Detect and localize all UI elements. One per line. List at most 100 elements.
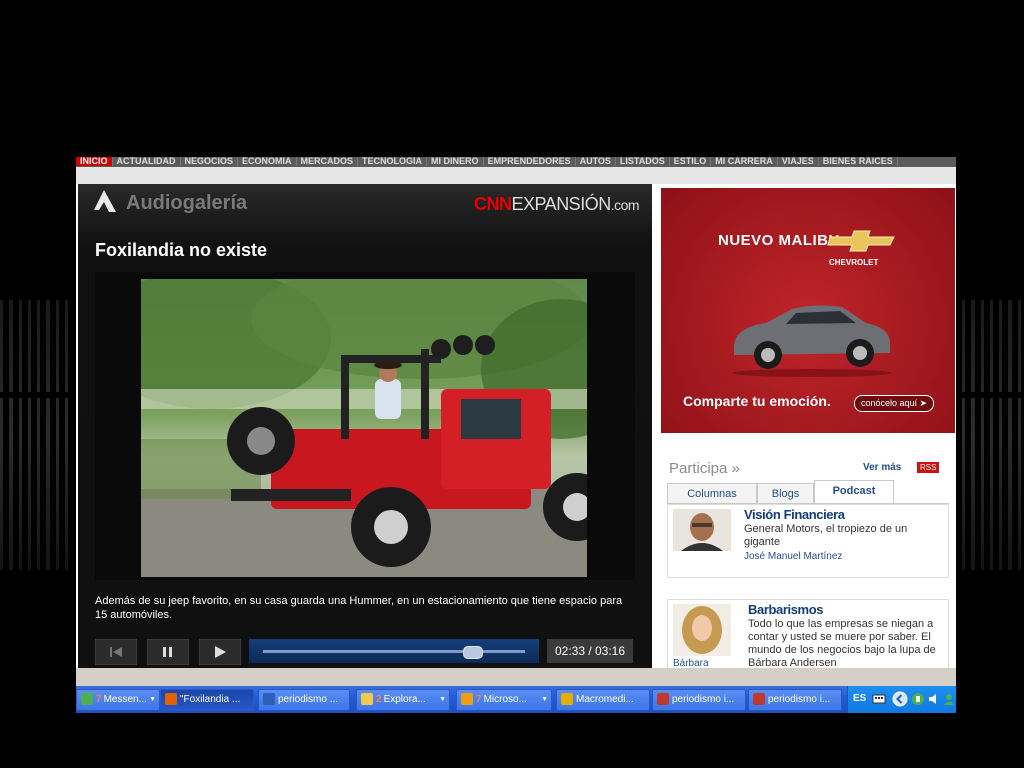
word-icon: [263, 693, 275, 706]
cnnexpansion-logo[interactable]: CNNEXPANSIÓN.com: [474, 194, 640, 215]
tab-blogs[interactable]: Blogs: [757, 483, 814, 504]
system-tray: ES: [847, 686, 956, 713]
browser-status-strip: [76, 668, 956, 686]
pause-icon: [163, 647, 172, 657]
list-item[interactable]: Visión Financiera General Motors, el tro…: [667, 504, 949, 578]
nav-item[interactable]: EMPRENDEDORES: [484, 157, 576, 166]
taskbar-label: Microso...: [483, 694, 527, 705]
taskbar-button[interactable]: 2 Explora... ▼: [356, 689, 450, 711]
com-logo-text: .com: [610, 197, 640, 213]
cnn-logo-text: CNN: [474, 194, 512, 214]
time-display: 02:33 / 03:16: [547, 639, 633, 663]
macromedia-icon: [561, 693, 573, 706]
video-caption: Además de su jeep favorito, en su casa g…: [95, 595, 623, 621]
ad-brand: CHEVROLET: [829, 258, 879, 267]
nav-item[interactable]: VIAJES: [778, 157, 819, 166]
firefox-icon: [165, 693, 177, 706]
entry-title[interactable]: Barbarismos: [748, 602, 823, 617]
keyboard-icon[interactable]: [872, 692, 886, 706]
progress-track[interactable]: [263, 650, 525, 653]
author-photo: [673, 604, 731, 656]
window-count: 7: [476, 694, 482, 705]
nav-item[interactable]: NEGOCIOS: [181, 157, 239, 166]
window-count: 2: [376, 694, 382, 705]
window-count: 7: [96, 694, 102, 705]
ver-mas-link[interactable]: Ver más: [863, 462, 901, 473]
chevron-down-icon: ▼: [149, 696, 156, 703]
taskbar-label: periodismo i...: [768, 694, 831, 705]
nav-item[interactable]: MI CARRERA: [711, 157, 778, 166]
nav-item[interactable]: ACTUALIDAD: [113, 157, 181, 166]
pause-button[interactable]: [147, 639, 189, 665]
office-icon: [461, 693, 473, 706]
skip-back-icon: [110, 647, 122, 657]
taskbar-button[interactable]: "Foxilandia ...: [160, 689, 254, 711]
progress-handle[interactable]: [462, 646, 483, 659]
left-background-bars: [0, 300, 68, 570]
windows-taskbar: 7 Messen... ▼ "Foxilandia ... periodismo ...…: [76, 686, 956, 713]
entry-author[interactable]: José Manuel Martínez: [744, 551, 842, 562]
nav-spacer: [76, 167, 956, 184]
network-icon[interactable]: [911, 692, 925, 706]
chevron-left-icon[interactable]: [892, 691, 908, 707]
author-photo: [673, 509, 731, 551]
ad-cta-button[interactable]: conócelo aquí ➤: [854, 395, 934, 412]
nav-item[interactable]: ECONOMÍA: [238, 157, 297, 166]
arrow-right-icon: ➤: [919, 398, 928, 408]
volume-icon[interactable]: [927, 692, 941, 706]
expansion-logo-text: EXPANSIÓN: [511, 194, 612, 214]
chevron-down-icon: ▼: [439, 696, 446, 703]
taskbar-label: Macromedi...: [576, 694, 634, 705]
acrobat-icon: [657, 693, 669, 706]
nav-item[interactable]: INICIO: [76, 157, 113, 166]
language-indicator[interactable]: ES: [853, 693, 866, 704]
taskbar-button[interactable]: periodismo i...: [652, 689, 746, 711]
list-item[interactable]: Barbarismos Todo lo que las empresas se …: [667, 599, 949, 670]
jeep-photo[interactable]: [141, 279, 587, 577]
screenshot-window: INICIO ACTUALIDAD NEGOCIOS ECONOMÍA MERCADOS…: [76, 157, 956, 713]
participa-section: Participa » Ver más RSS Columnas Blogs P…: [661, 433, 955, 670]
section-title: Audiogalería: [126, 192, 248, 214]
entry-description[interactable]: General Motors, el tropiezo de un gigant…: [744, 523, 944, 549]
play-icon: [215, 646, 226, 658]
rss-button[interactable]: RSS: [917, 462, 940, 473]
video-title: Foxilandia no existe: [95, 240, 268, 260]
folder-icon: [361, 693, 373, 706]
tab-columnas[interactable]: Columnas: [667, 483, 757, 504]
video-frame[interactable]: [95, 272, 635, 580]
nav-item[interactable]: MI DINERO: [427, 157, 484, 166]
chevrolet-malibu-ad[interactable]: NUEVO MALIBU CHEVROLET Comparte tu emoci…: [661, 188, 955, 433]
entry-title[interactable]: Visión Financiera: [744, 507, 845, 522]
nav-item[interactable]: BIENES RAÍCES: [819, 157, 898, 166]
taskbar-button[interactable]: periodismo ...: [258, 689, 350, 711]
participa-title[interactable]: Participa »: [669, 460, 740, 477]
nav-item[interactable]: TECNOLOGÍA: [358, 157, 428, 166]
taskbar-button[interactable]: periodismo i...: [748, 689, 842, 711]
taskbar-button[interactable]: 7 Messen... ▼: [76, 689, 160, 711]
jeep-photo-illustration: [141, 279, 587, 577]
site-nav-bar: INICIO ACTUALIDAD NEGOCIOS ECONOMÍA MERCADOS…: [76, 157, 956, 167]
audiogaleria-logo-icon: [94, 190, 116, 212]
ad-tagline: Comparte tu emoción.: [683, 393, 831, 409]
previous-button[interactable]: [95, 639, 137, 665]
car-image: [732, 305, 892, 377]
nav-item[interactable]: LISTADOS: [616, 157, 670, 166]
taskbar-label: periodismo i...: [672, 694, 735, 705]
ad-cta-label: conócelo aquí: [860, 398, 917, 408]
nav-item[interactable]: MERCADOS: [297, 157, 359, 166]
tab-podcast[interactable]: Podcast: [814, 480, 894, 504]
chevron-down-icon: ▼: [541, 696, 548, 703]
messenger-tray-icon[interactable]: [942, 692, 956, 706]
taskbar-button[interactable]: Macromedi...: [556, 689, 650, 711]
taskbar-button[interactable]: 7 Microso... ▼: [456, 689, 552, 711]
right-background-bars: [962, 300, 1024, 570]
play-button[interactable]: [199, 639, 241, 665]
taskbar-label: periodismo ...: [278, 694, 339, 705]
nav-item[interactable]: ESTILO: [670, 157, 712, 166]
progress-scrubber[interactable]: [249, 639, 539, 663]
taskbar-label: "Foxilandia ...: [180, 694, 241, 705]
chevrolet-bowtie-icon: [827, 230, 895, 252]
nav-item[interactable]: AUTOS: [576, 157, 616, 166]
taskbar-label: Explora...: [383, 694, 426, 705]
entry-description[interactable]: Todo lo que las empresas se niegan a con…: [748, 618, 942, 669]
